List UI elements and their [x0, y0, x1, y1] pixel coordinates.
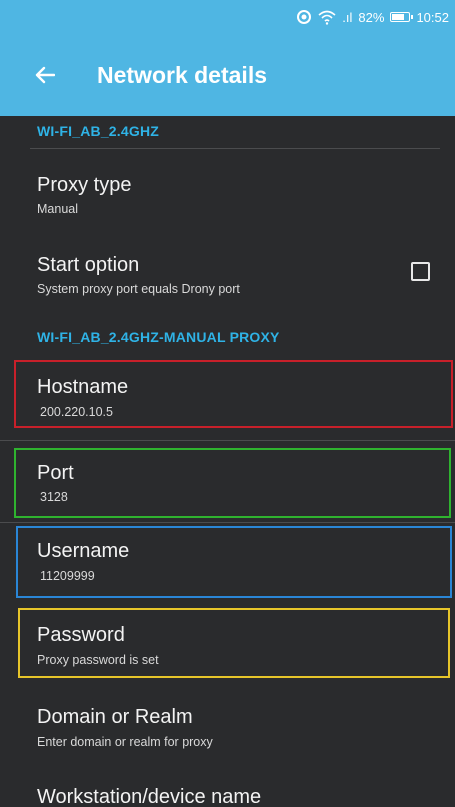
setting-value: 3128 [40, 490, 68, 504]
setting-title: Start option [37, 254, 140, 276]
arrow-left-icon [35, 66, 55, 84]
setting-value: Enter domain or realm for proxy [37, 735, 213, 749]
setting-title: Username [37, 540, 130, 562]
setting-username[interactable]: Username 11209999 [0, 528, 455, 598]
settings-list: WI-FI_AB_2.4GHZ Proxy type Manual Start … [0, 116, 455, 807]
sync-icon [296, 9, 312, 25]
status-bar: .ıl 82% 10:52 [0, 0, 455, 34]
setting-password[interactable]: Password Proxy password is set [0, 610, 455, 678]
section-header-network: WI-FI_AB_2.4GHZ [37, 123, 160, 139]
setting-domain[interactable]: Domain or Realm Enter domain or realm fo… [0, 691, 455, 761]
section-header-manual-proxy: WI-FI_AB_2.4GHZ-MANUAL PROXY [37, 329, 280, 345]
setting-port[interactable]: Port 3128 [0, 450, 455, 518]
divider [30, 148, 440, 149]
setting-title: Workstation/device name [37, 786, 262, 807]
clock: 10:52 [416, 9, 449, 25]
wifi-icon [318, 9, 336, 25]
setting-title: Proxy type [37, 174, 132, 196]
setting-title: Password [37, 624, 125, 646]
start-option-checkbox[interactable] [411, 262, 430, 281]
setting-title: Domain or Realm [37, 706, 193, 728]
setting-proxy-type[interactable]: Proxy type Manual [0, 156, 455, 226]
back-button[interactable] [20, 50, 70, 100]
battery-percent: 82% [358, 9, 385, 25]
signal-icon: .ıl [342, 9, 353, 25]
divider [0, 440, 455, 441]
battery-icon [390, 12, 414, 22]
divider [0, 522, 455, 523]
setting-value: 11209999 [40, 569, 95, 583]
setting-title: Hostname [37, 376, 129, 398]
setting-start-option[interactable]: Start option System proxy port equals Dr… [0, 236, 455, 306]
setting-value: Proxy password is set [37, 653, 159, 667]
setting-value: System proxy port equals Drony port [37, 282, 240, 296]
setting-value: 200.220.10.5 [40, 405, 113, 419]
page-title: Network details [97, 61, 267, 88]
app-bar: Network details [0, 34, 455, 116]
setting-value: Manual [37, 202, 78, 216]
setting-hostname[interactable]: Hostname 200.220.10.5 [0, 360, 455, 428]
setting-title: Port [37, 462, 74, 484]
setting-workstation[interactable]: Workstation/device name [0, 771, 455, 807]
